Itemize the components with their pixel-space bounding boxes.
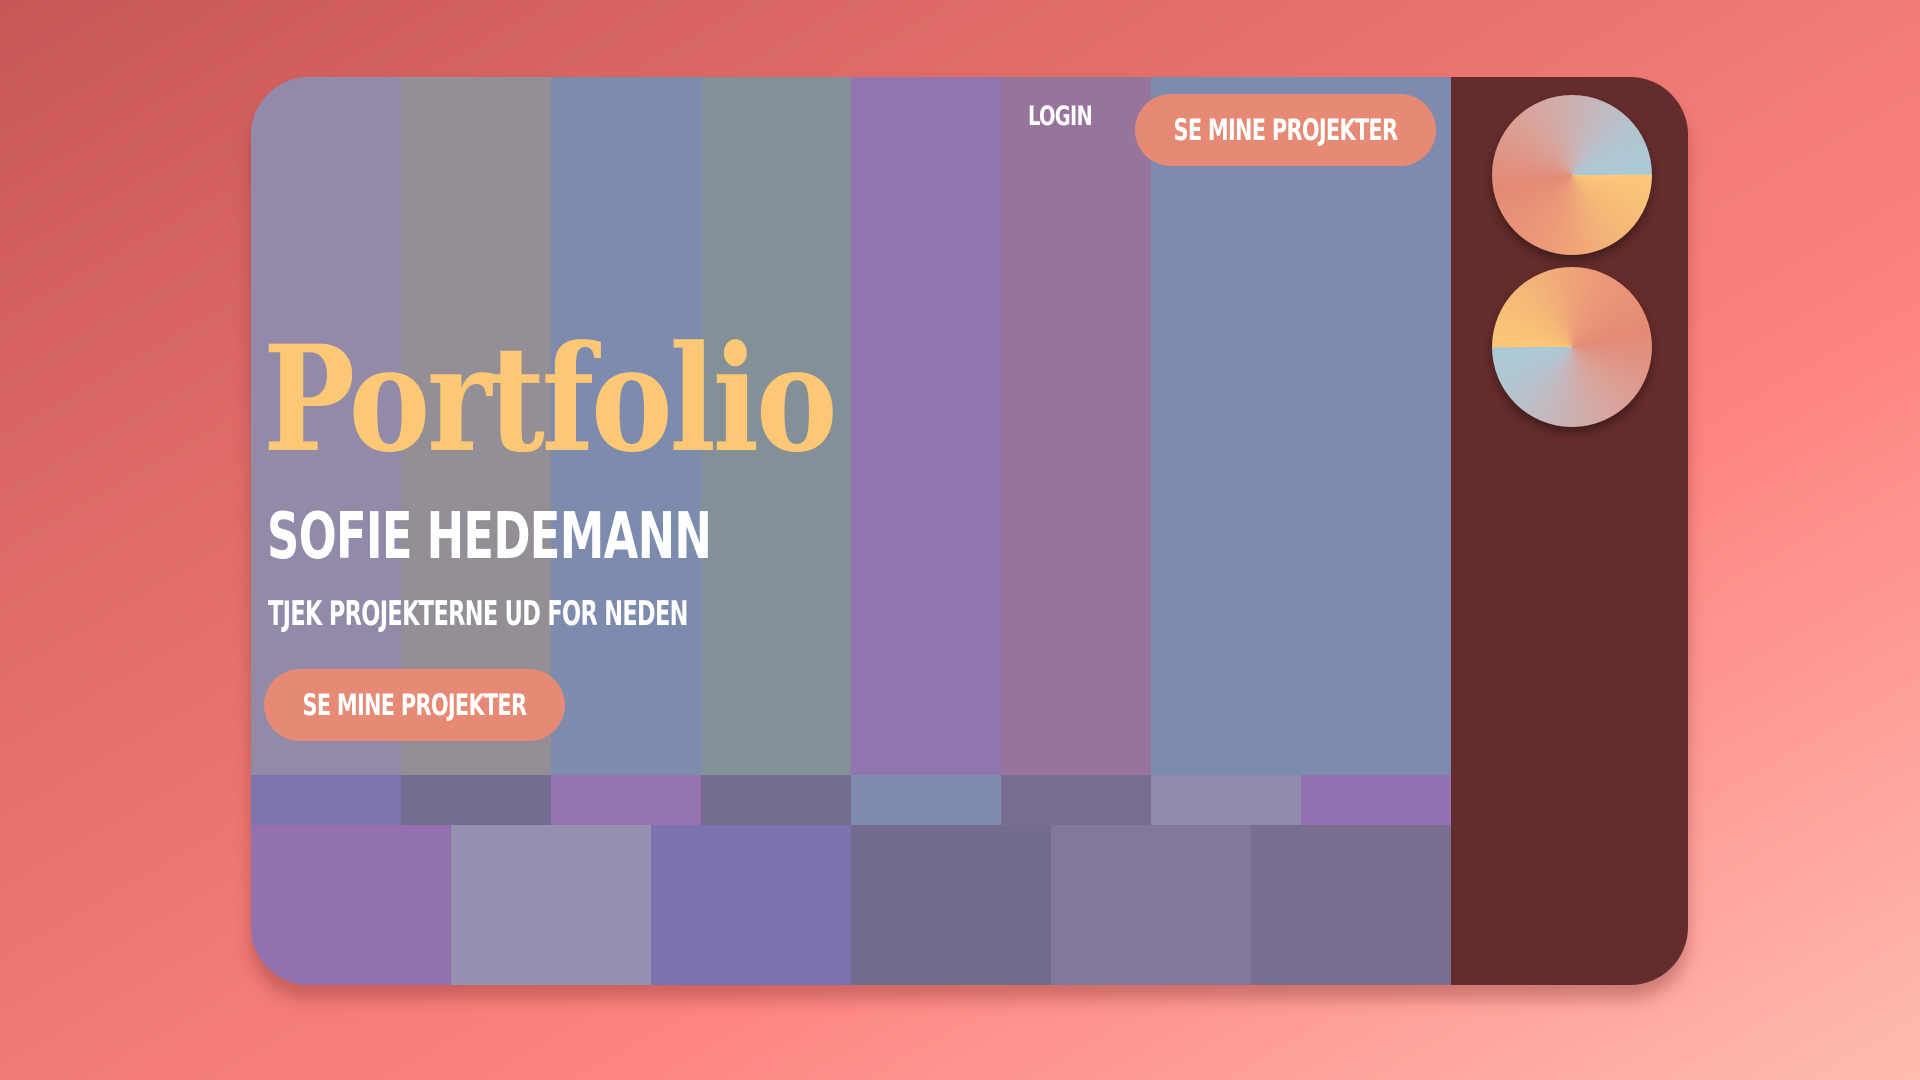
stripe-block xyxy=(651,825,852,985)
stripe-block xyxy=(1251,825,1452,985)
stripe-block xyxy=(251,825,452,985)
stripe-block xyxy=(401,775,552,825)
nav-projects-button[interactable]: SE MINE PROJEKTER xyxy=(1135,94,1436,166)
hero-title: Portfolio xyxy=(263,314,838,485)
stripe-block xyxy=(1301,775,1452,825)
hero-name: SOFIE HEDEMANN xyxy=(267,500,712,574)
sidebar xyxy=(1451,77,1688,985)
stripe-block xyxy=(451,825,652,985)
stripe-block xyxy=(851,825,1052,985)
stripe-block xyxy=(1001,775,1152,825)
stripe-block xyxy=(1001,77,1152,775)
stripe-block xyxy=(1051,825,1252,985)
sidebar-disc-2[interactable] xyxy=(1492,267,1652,427)
stripe-block xyxy=(1151,775,1302,825)
stripe-block xyxy=(551,775,702,825)
stripe-block xyxy=(1151,77,1302,775)
stripe-block xyxy=(251,775,402,825)
hero-projects-button[interactable]: SE MINE PROJEKTER xyxy=(264,669,565,741)
portfolio-card: LOGIN SE MINE PROJEKTER Portfolio SOFIE … xyxy=(251,77,1688,985)
sidebar-disc-1[interactable] xyxy=(1492,95,1652,255)
stripe-block xyxy=(851,77,1002,775)
hero-projects-button-label: SE MINE PROJEKTER xyxy=(302,688,528,722)
stripe-block xyxy=(851,775,1002,825)
stripe-block xyxy=(1301,77,1452,775)
login-link[interactable]: LOGIN xyxy=(1028,101,1093,132)
hero-subtitle: TJEK PROJEKTERNE UD FOR NEDEN xyxy=(268,594,688,634)
stripe-block xyxy=(701,775,852,825)
nav-projects-button-label: SE MINE PROJEKTER xyxy=(1173,113,1399,147)
